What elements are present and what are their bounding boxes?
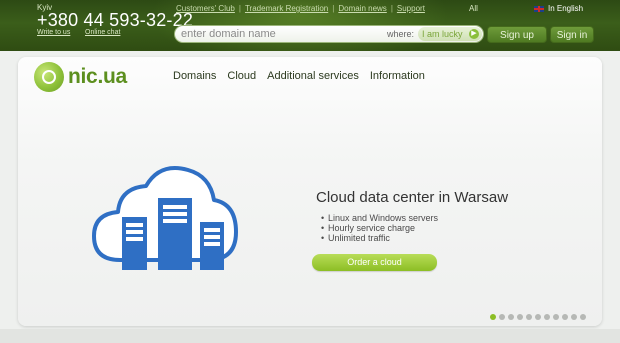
top-nav-customers-club[interactable]: Customers' Club: [176, 4, 235, 13]
nav-cloud[interactable]: Cloud: [227, 70, 256, 82]
main-nav: Domains Cloud Additional services Inform…: [173, 70, 425, 82]
nav-domains[interactable]: Domains: [173, 70, 216, 82]
language-switch[interactable]: In English: [534, 4, 583, 13]
carousel-dot[interactable]: [517, 314, 523, 320]
carousel-dot[interactable]: [580, 314, 586, 320]
carousel-dot[interactable]: [553, 314, 559, 320]
list-item: Unlimited traffic: [321, 233, 438, 243]
carousel-dot[interactable]: [562, 314, 568, 320]
top-nav-separator: |: [238, 4, 241, 13]
top-nav-trademark[interactable]: Trademark Registration: [245, 4, 328, 13]
i-am-lucky-select[interactable]: I am lucky ▶: [418, 27, 482, 41]
sign-in-button[interactable]: Sign in: [550, 26, 594, 43]
lucky-label: I am lucky: [422, 29, 463, 39]
top-nav-separator: |: [332, 4, 335, 13]
domain-search-box: where: I am lucky ▶: [174, 25, 484, 43]
list-item: Linux and Windows servers: [321, 213, 438, 223]
logo-icon: [34, 62, 64, 92]
nav-additional-services[interactable]: Additional services: [267, 70, 359, 82]
slide-feature-list: Linux and Windows servers Hourly service…: [321, 213, 438, 243]
nav-information[interactable]: Information: [370, 70, 425, 82]
cloud-servers-illustration: [90, 160, 240, 273]
carousel-dot[interactable]: [571, 314, 577, 320]
uk-flag-icon: [534, 5, 544, 12]
carousel-dot[interactable]: [490, 314, 496, 320]
carousel-dot[interactable]: [499, 314, 505, 320]
domain-search-input[interactable]: [181, 27, 381, 41]
top-nav: Customers' Club | Trademark Registration | D…: [176, 4, 425, 13]
top-nav-separator: |: [390, 4, 393, 13]
carousel-dot[interactable]: [544, 314, 550, 320]
sign-up-button[interactable]: Sign up: [487, 26, 547, 43]
arrow-right-icon: ▶: [469, 29, 479, 39]
where-label: where:: [387, 29, 415, 39]
carousel-dot[interactable]: [535, 314, 541, 320]
all-link[interactable]: All: [469, 4, 478, 13]
order-cloud-button[interactable]: Order a cloud: [312, 254, 437, 271]
language-label: In English: [548, 4, 584, 13]
carousel-dot[interactable]: [526, 314, 532, 320]
cloud-server-icon: [92, 166, 238, 273]
bottom-strip: [0, 329, 620, 343]
top-header: Kyiv +380 44 593-32-22 Write to us Onlin…: [0, 0, 620, 51]
slide-title: Cloud data center in Warsaw: [316, 189, 509, 206]
logo-text: nic.ua: [68, 65, 127, 88]
carousel-dots: [490, 314, 586, 320]
top-nav-domain-news[interactable]: Domain news: [338, 4, 386, 13]
top-nav-support[interactable]: Support: [397, 4, 425, 13]
site-logo[interactable]: nic.ua: [34, 62, 127, 92]
online-chat-link[interactable]: Online chat: [85, 29, 120, 36]
write-to-us-link[interactable]: Write to us: [37, 29, 70, 36]
list-item: Hourly service charge: [321, 223, 438, 233]
phone-number[interactable]: +380 44 593-32-22: [37, 10, 193, 31]
carousel-dot[interactable]: [508, 314, 514, 320]
